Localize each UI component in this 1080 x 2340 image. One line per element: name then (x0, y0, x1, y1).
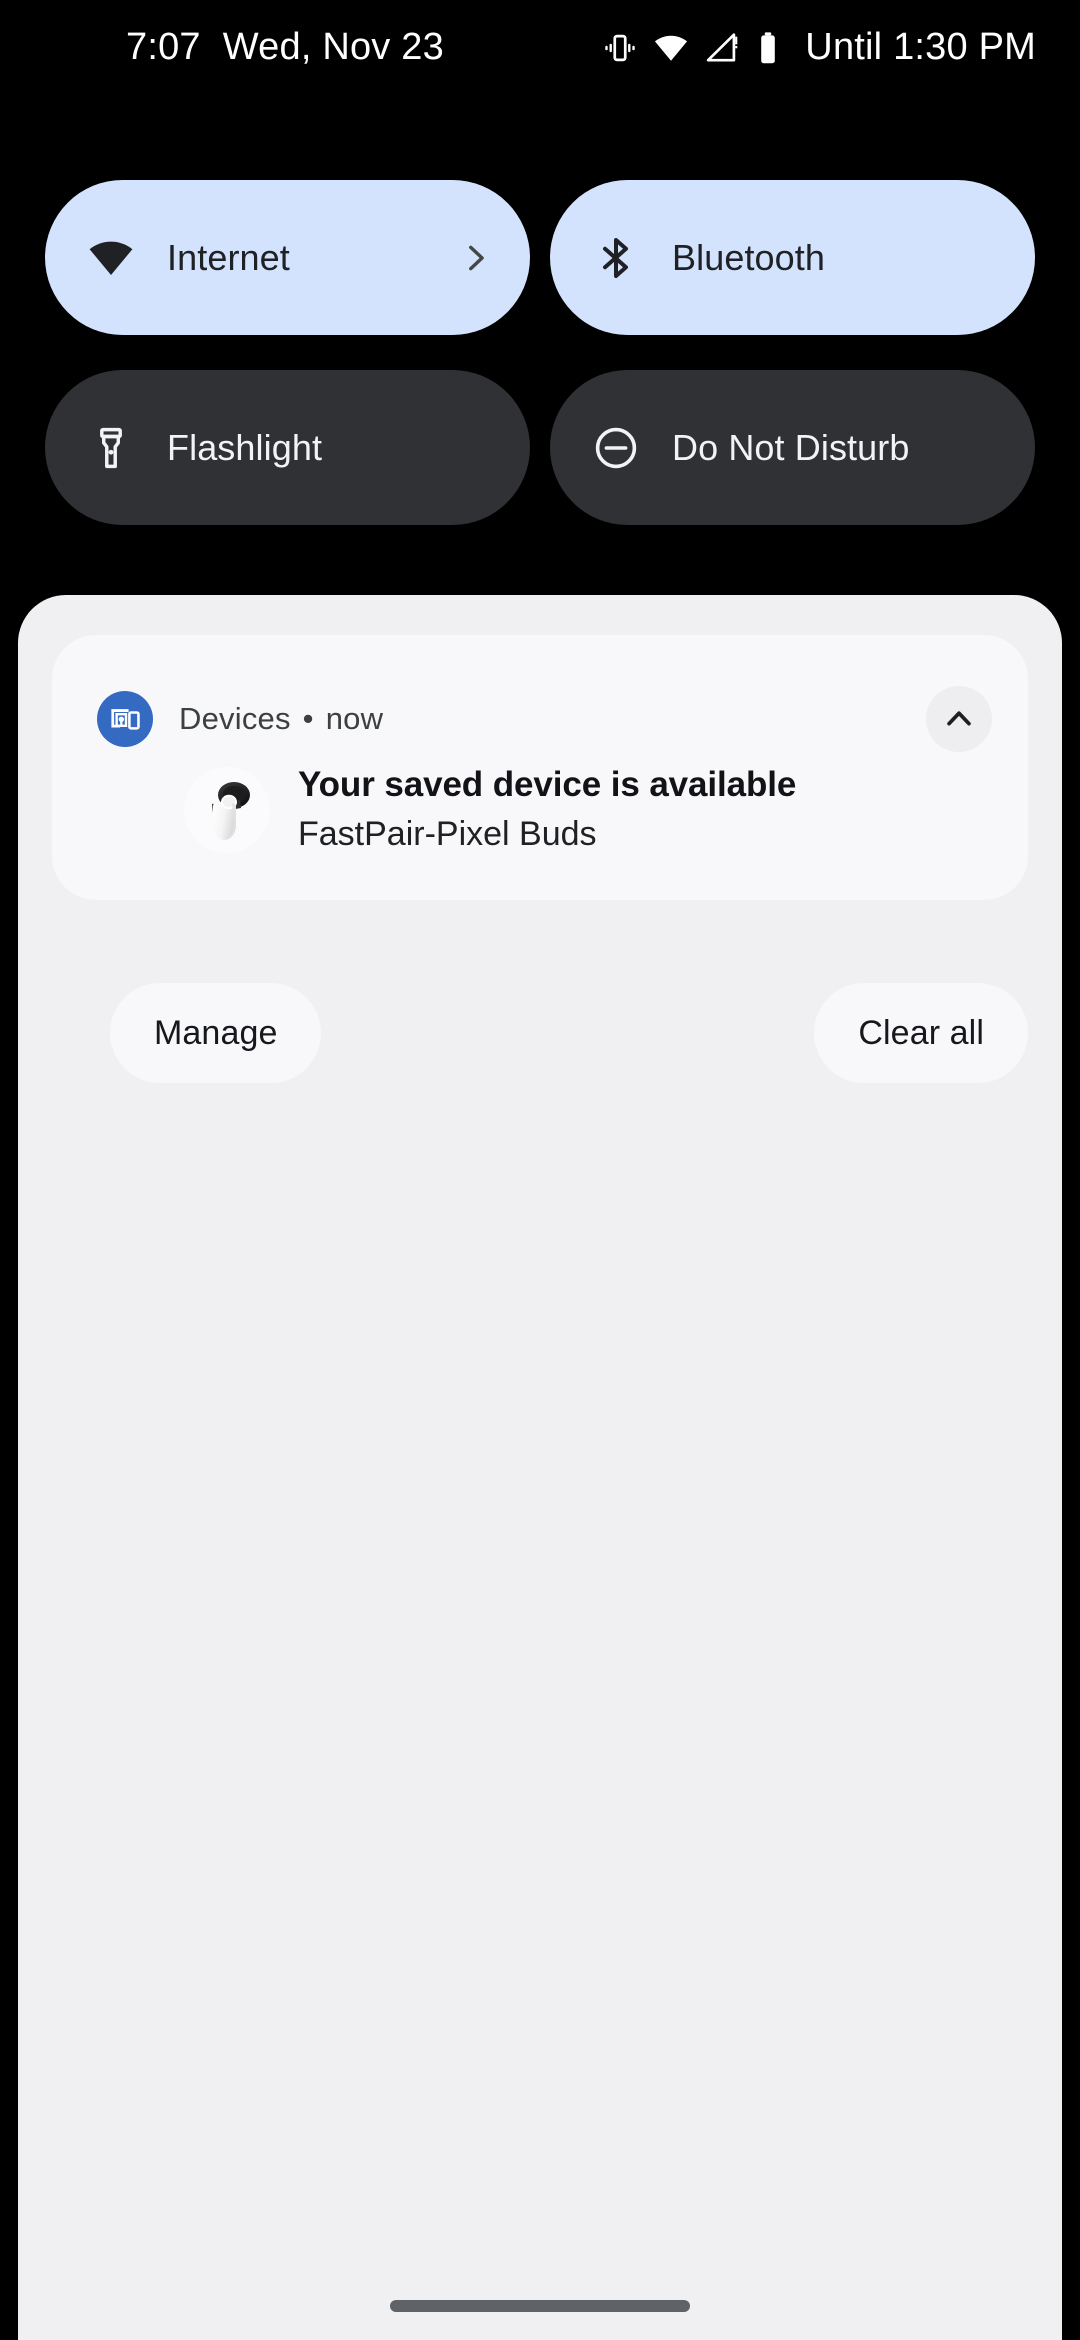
devices-icon (97, 691, 153, 747)
battery-estimate-label: Until 1:30 PM (805, 26, 1036, 68)
vibrate-icon (603, 31, 637, 65)
status-bar-date: Wed, Nov 23 (222, 26, 444, 68)
qs-tile-bluetooth[interactable]: Bluetooth (550, 180, 1035, 335)
notification-collapse-button[interactable] (926, 686, 992, 752)
notification-subtitle: FastPair-Pixel Buds (298, 815, 597, 853)
manage-button[interactable]: Manage (110, 983, 322, 1083)
quick-settings-grid: Internet Bluetooth Flashlight Do Not Dis… (45, 180, 1035, 525)
qs-tile-label: Bluetooth (672, 236, 826, 278)
pixel-buds-case-image (184, 766, 270, 853)
clear-all-button[interactable]: Clear all (814, 983, 1028, 1083)
battery-icon (755, 31, 781, 65)
wifi-icon (653, 30, 689, 66)
notification-app-name: Devices (179, 701, 291, 736)
flashlight-icon (85, 422, 137, 474)
notification-body: Your saved device is available FastPair-… (184, 765, 988, 854)
notification-text-block: Your saved device is available FastPair-… (298, 765, 796, 854)
status-bar-left: 7:07 Wed, Nov 23 (126, 26, 444, 69)
home-gesture-pill[interactable] (390, 2300, 690, 2312)
status-bar: 7:07 Wed, Nov 23 Until 1:30 PM (0, 0, 1080, 95)
bluetooth-icon (590, 232, 642, 284)
android-quick-settings-screen: 7:07 Wed, Nov 23 Until 1:30 PM Internet … (0, 0, 1080, 2340)
qs-tile-label: Internet (167, 236, 290, 278)
notification-meta-separator: • (302, 701, 314, 736)
status-bar-right: Until 1:30 PM (603, 26, 1036, 69)
dnd-icon (590, 422, 642, 474)
notification-time: now (325, 701, 384, 736)
shade-footer: Manage Clear all (52, 983, 1028, 1083)
no-sim-signal-icon (705, 31, 739, 65)
qs-tile-flashlight[interactable]: Flashlight (45, 370, 530, 525)
chevron-up-icon (942, 701, 976, 738)
qs-tile-label: Do Not Disturb (672, 426, 910, 468)
notification-shade: Devices • now Your saved device is avail… (18, 595, 1062, 2340)
qs-tile-do-not-disturb[interactable]: Do Not Disturb (550, 370, 1035, 525)
notification-card-devices[interactable]: Devices • now Your saved device is avail… (52, 635, 1028, 900)
notification-header: Devices • now (97, 686, 992, 752)
wifi-icon (85, 232, 137, 284)
status-bar-time: 7:07 (126, 26, 201, 68)
qs-tile-internet[interactable]: Internet (45, 180, 530, 335)
notification-title: Your saved device is available (298, 765, 797, 804)
qs-tile-label: Flashlight (167, 426, 323, 468)
chevron-right-icon[interactable] (458, 241, 492, 275)
